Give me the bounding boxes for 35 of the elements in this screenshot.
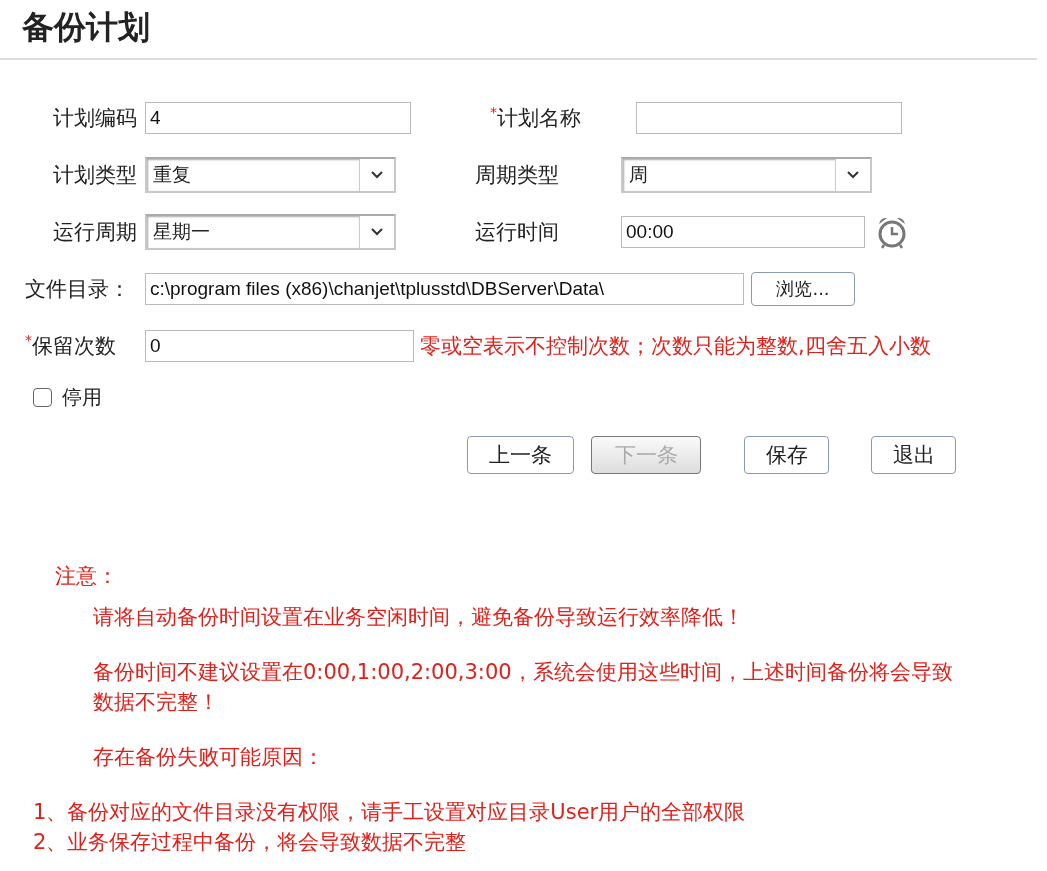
field-label: 计划编码	[52, 105, 137, 132]
action-button[interactable]: 保存	[744, 436, 829, 474]
dropdown[interactable]: 重复	[145, 157, 396, 193]
chevron-down-icon	[370, 227, 384, 237]
field-label: 计划名称	[497, 106, 581, 130]
notice-item: 2、业务保存过程中备份，将会导致数据不完整	[33, 829, 468, 856]
browse-button[interactable]: 浏览...	[751, 272, 855, 306]
checkbox[interactable]	[33, 387, 52, 407]
field-label: 保留次数	[32, 334, 116, 358]
folder-path-field[interactable]: c:\program files (x86)\chanjet\tplusstd\DBServer\Data\	[145, 273, 744, 305]
notice-heading: 注意：	[55, 563, 119, 590]
count-field[interactable]: 0	[145, 330, 414, 362]
hint-text: 零或空表示不控制次数；次数只能为整数,四舍五入小数	[420, 333, 931, 360]
notice-item: 1、备份对应的文件目录没有权限，请手工设置对应目录User用户的全部权限	[33, 799, 747, 826]
required-mark: *	[25, 332, 32, 348]
notice-text: 备份时间不建议设置在0:00,1:00,2:00,3:00，系统会使用这些时间，上述时间备份将会导致数据不完整！	[93, 659, 954, 716]
field-label: 运行周期	[52, 219, 137, 246]
field-label: 周期类型	[475, 162, 560, 189]
required-mark: *	[490, 104, 497, 120]
action-button[interactable]: 上一条	[467, 436, 574, 474]
chevron-down-icon	[370, 170, 384, 180]
checkbox-label: 停用	[62, 383, 102, 411]
field-label: 计划类型	[52, 162, 137, 189]
text-field[interactable]: 4	[145, 102, 411, 134]
chevron-down-icon	[846, 170, 860, 180]
time-field[interactable]: 00:00	[621, 216, 865, 248]
field-label: 运行时间	[475, 219, 560, 246]
action-button[interactable]: 退出	[871, 436, 956, 474]
dropdown[interactable]: 周	[621, 157, 872, 193]
text-field[interactable]	[636, 102, 902, 134]
notice-text: 存在备份失败可能原因：	[93, 744, 325, 771]
notice-text: 请将自动备份时间设置在业务空闲时间，避免备份导致运行效率降低！	[93, 604, 745, 631]
dropdown[interactable]: 星期一	[145, 214, 396, 250]
field-label: 文件目录：	[25, 276, 131, 303]
page-title: 备份计划	[21, 7, 151, 48]
